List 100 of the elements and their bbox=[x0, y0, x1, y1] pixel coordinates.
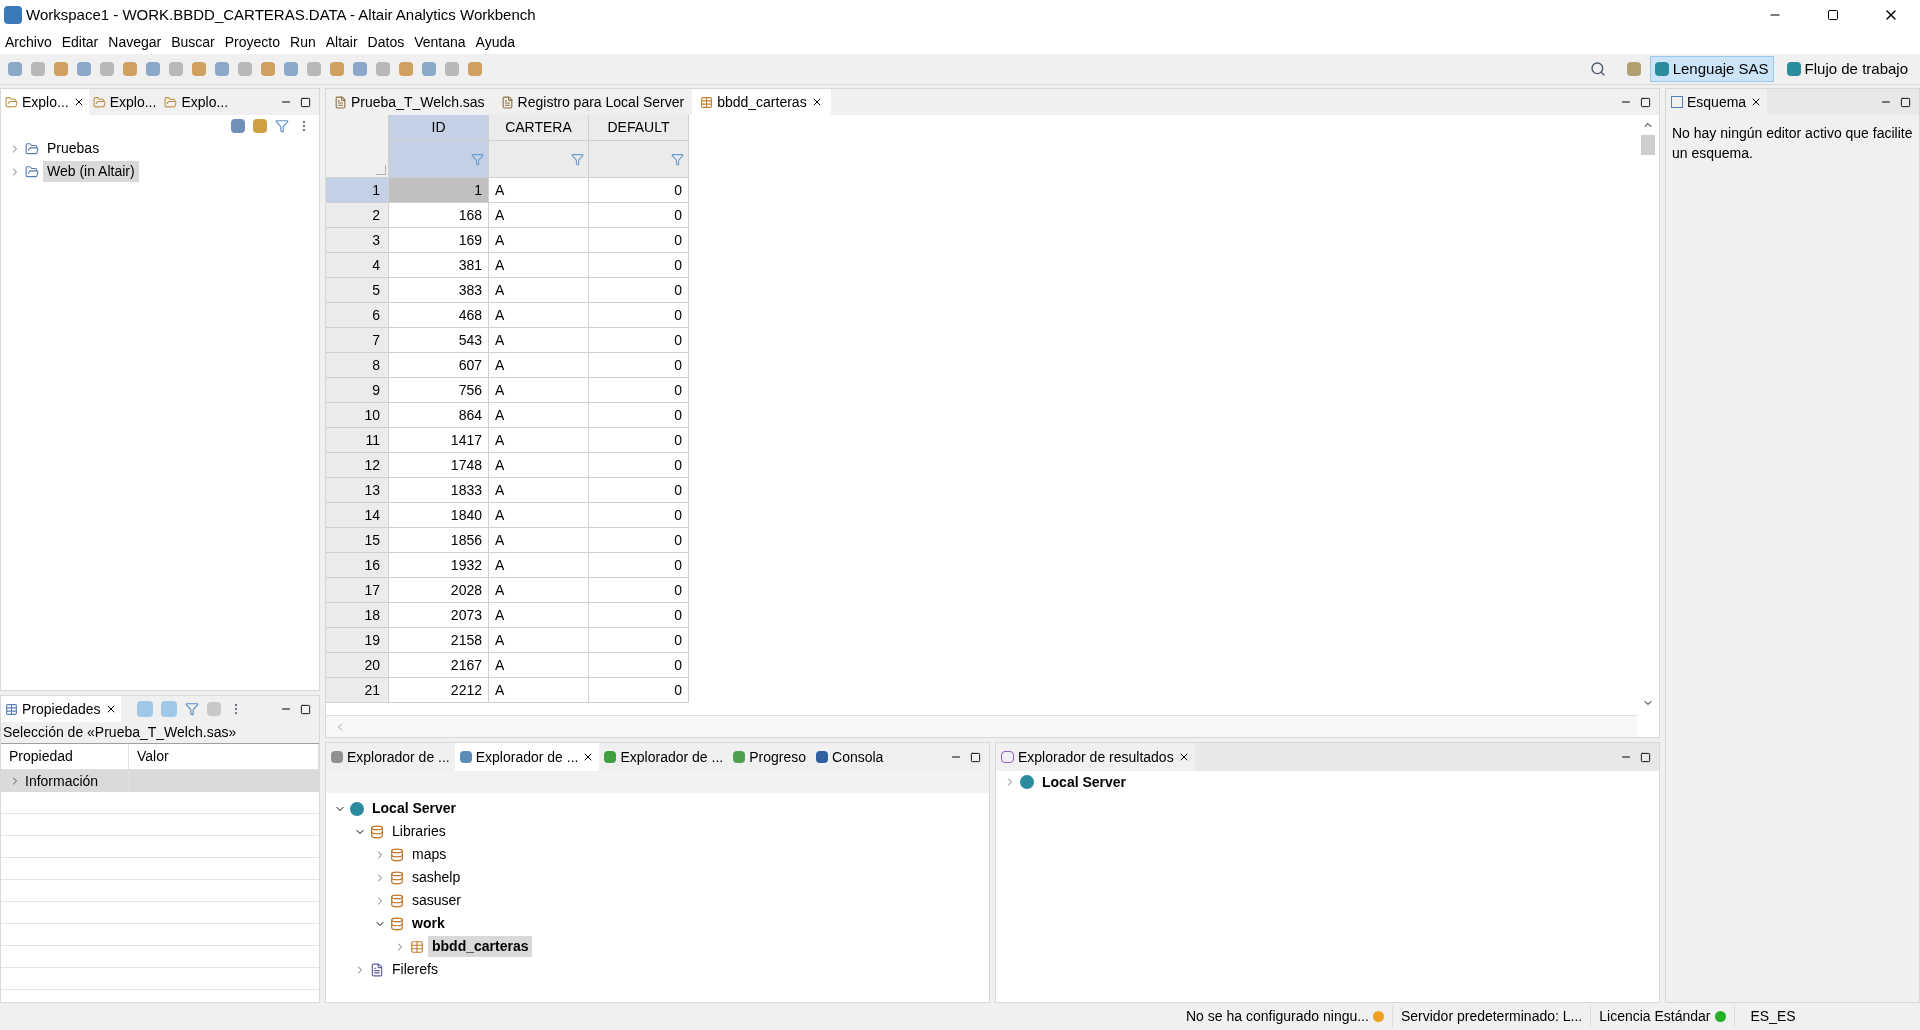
table-cell: 0 bbox=[589, 553, 689, 578]
table-cell: 468 bbox=[389, 303, 489, 328]
tree-item[interactable]: sashelp bbox=[408, 867, 465, 888]
table-cell: 0 bbox=[589, 403, 689, 428]
status-text: ES_ES bbox=[1750, 1007, 1796, 1026]
panel-tab[interactable]: Explorador de ... bbox=[599, 743, 729, 771]
editor-tab[interactable]: bbdd_carteras bbox=[692, 89, 831, 115]
column-header[interactable]: ID bbox=[389, 115, 488, 141]
table-cell: A bbox=[489, 203, 589, 228]
filter-icon[interactable] bbox=[671, 152, 684, 166]
menu-item[interactable]: Altair bbox=[320, 31, 363, 53]
maximize-icon[interactable] bbox=[1900, 96, 1911, 108]
library-icon bbox=[390, 847, 404, 862]
table-cell: 0 bbox=[589, 303, 689, 328]
filter-icon[interactable] bbox=[184, 702, 199, 716]
outline-message: No hay ningún editor activo que facilite un esquema. bbox=[1671, 124, 1914, 163]
tree-item[interactable]: sasuser bbox=[408, 890, 466, 911]
table-cell: A bbox=[489, 503, 589, 528]
tree-item[interactable]: Filerefs bbox=[388, 959, 442, 980]
outline-icon bbox=[1671, 96, 1683, 108]
table-cell: A bbox=[489, 453, 589, 478]
window-title: Workspace1 - WORK.BBDD_CARTERAS.DATA - Altair Analytics Workbench bbox=[26, 4, 536, 25]
menu-item[interactable]: Ventana bbox=[409, 31, 471, 53]
scrollbar-thumb[interactable] bbox=[1641, 135, 1655, 155]
tree-item[interactable]: maps bbox=[408, 844, 451, 865]
panel-tab[interactable]: Explo... bbox=[160, 89, 233, 115]
menu-item[interactable]: Proyecto bbox=[219, 31, 285, 53]
panel-tab[interactable]: Explorador de resultados bbox=[996, 743, 1195, 771]
tree-item[interactable]: bbdd_carteras bbox=[428, 936, 533, 957]
row-number: 15 bbox=[326, 528, 389, 553]
table-icon bbox=[700, 95, 714, 109]
panel-tab[interactable]: Explorador de ... bbox=[326, 743, 455, 771]
panel-tab[interactable]: Explo... bbox=[88, 89, 161, 115]
table-cell: 2073 bbox=[389, 603, 489, 628]
perspective-button[interactable]: Lenguaje SAS bbox=[1649, 56, 1774, 82]
folder-icon bbox=[5, 95, 18, 109]
table-cell: A bbox=[489, 403, 589, 428]
property-row[interactable]: Información bbox=[1, 770, 319, 792]
panel-tab[interactable]: Explorador de ... bbox=[454, 743, 600, 771]
table-cell: 0 bbox=[589, 603, 689, 628]
maximize-icon[interactable] bbox=[300, 703, 311, 715]
menu-item[interactable]: Datos bbox=[362, 31, 410, 53]
editor-tab[interactable]: Registro para Local Server bbox=[492, 89, 693, 115]
corner-icon bbox=[376, 165, 386, 175]
table-cell: 0 bbox=[589, 203, 689, 228]
column-header[interactable]: DEFAULT bbox=[589, 115, 688, 141]
filter-icon[interactable] bbox=[275, 119, 289, 133]
panel-tab[interactable]: Explo... bbox=[1, 89, 89, 115]
view-icon bbox=[459, 751, 472, 763]
table-cell: 1840 bbox=[389, 503, 489, 528]
maximize-icon[interactable] bbox=[970, 751, 981, 763]
table-cell: 0 bbox=[589, 253, 689, 278]
status-text: Licencia Estándar bbox=[1599, 1007, 1711, 1026]
tree-item[interactable]: Local Server bbox=[1038, 771, 1131, 793]
menu-item[interactable]: Navegar bbox=[103, 31, 167, 53]
table-cell: 0 bbox=[589, 228, 689, 253]
perspective-button[interactable]: Flujo de trabajo bbox=[1782, 56, 1912, 82]
table-cell: A bbox=[489, 678, 589, 703]
menu-item[interactable]: Run bbox=[285, 31, 321, 53]
table-cell: A bbox=[489, 378, 589, 403]
table-cell: 0 bbox=[589, 428, 689, 453]
column-header[interactable]: CARTERA bbox=[489, 115, 588, 141]
table-cell: 2167 bbox=[389, 653, 489, 678]
tree-item[interactable]: Local Server bbox=[368, 798, 461, 819]
maximize-icon[interactable] bbox=[300, 96, 311, 108]
row-number: 9 bbox=[326, 378, 389, 403]
panel-tab[interactable]: Progreso bbox=[728, 743, 811, 771]
maximize-icon[interactable] bbox=[1640, 96, 1651, 108]
table-cell: 2158 bbox=[389, 628, 489, 653]
maximize-icon[interactable] bbox=[1640, 751, 1651, 763]
editor-tab[interactable]: Prueba_T_Welch.sas bbox=[326, 89, 493, 115]
menu-item[interactable]: Buscar bbox=[166, 31, 220, 53]
panel-tab[interactable]: Consola bbox=[811, 743, 889, 771]
menu-item[interactable]: Archivo bbox=[0, 31, 57, 53]
panel-tab[interactable]: Esquema bbox=[1666, 89, 1768, 115]
server-icon bbox=[350, 801, 364, 816]
tree-item[interactable]: Libraries bbox=[388, 821, 450, 842]
filter-icon[interactable] bbox=[571, 152, 584, 166]
column-header[interactable]: Propiedad bbox=[1, 744, 129, 769]
row-number: 12 bbox=[326, 453, 389, 478]
table-cell: 0 bbox=[589, 278, 689, 303]
row-number: 13 bbox=[326, 478, 389, 503]
menu-item[interactable]: Editar bbox=[56, 31, 104, 53]
restore-icon[interactable] bbox=[1827, 9, 1839, 21]
search-icon[interactable] bbox=[1589, 61, 1606, 77]
table-cell: A bbox=[489, 178, 589, 203]
row-number: 16 bbox=[326, 553, 389, 578]
panel-tab[interactable]: Propiedades bbox=[1, 696, 121, 722]
tree-item[interactable]: work bbox=[408, 913, 449, 934]
table-cell: A bbox=[489, 253, 589, 278]
row-number: 7 bbox=[326, 328, 389, 353]
table-cell: 2212 bbox=[389, 678, 489, 703]
row-number: 2 bbox=[326, 203, 389, 228]
column-header[interactable]: Valor bbox=[129, 744, 319, 769]
row-number: 20 bbox=[326, 653, 389, 678]
tree-item[interactable]: Web (in Altair) bbox=[43, 161, 139, 182]
tree-item[interactable]: Pruebas bbox=[43, 138, 104, 159]
table-cell: 168 bbox=[389, 203, 489, 228]
row-number: 17 bbox=[326, 578, 389, 603]
menu-item[interactable]: Ayuda bbox=[470, 31, 521, 53]
